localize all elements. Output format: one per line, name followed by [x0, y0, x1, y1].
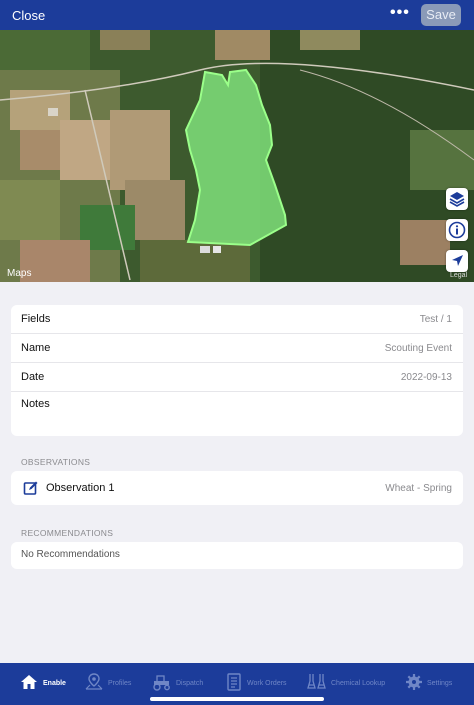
name-row[interactable]: Name Scouting Event: [11, 334, 463, 363]
tab-chemical-lookup-label: Chemical Lookup: [331, 680, 386, 687]
date-value: 2022-09-13: [400, 372, 452, 383]
tab-enable-label: Enable: [43, 680, 66, 687]
close-button[interactable]: Close: [12, 8, 45, 23]
tab-profiles[interactable]: Profiles: [85, 673, 145, 693]
map-location-button[interactable]: [446, 250, 468, 272]
top-nav-bar: Close ••• Save: [0, 0, 474, 30]
map-layers-button[interactable]: [446, 188, 468, 210]
tab-work-orders-label: Work Orders: [247, 680, 287, 687]
name-value: Scouting Event: [384, 343, 452, 354]
observation-row[interactable]: Observation 1 Wheat - Spring: [11, 471, 463, 505]
recommendations-card: No Recommendations: [11, 542, 463, 569]
tractor-icon: [153, 675, 170, 691]
name-label: Name: [21, 342, 51, 354]
date-label: Date: [21, 371, 45, 383]
event-details-card: Fields Test / 1 Name Scouting Event Date…: [11, 305, 463, 436]
notes-row[interactable]: Notes: [11, 392, 463, 436]
observations-card: Observation 1 Wheat - Spring: [11, 471, 463, 505]
save-button[interactable]: Save: [421, 4, 461, 26]
fields-label: Fields: [21, 313, 51, 325]
info-icon: [448, 221, 466, 239]
home-indicator[interactable]: [150, 697, 324, 701]
document-icon: [227, 673, 241, 691]
tab-settings-label: Settings: [427, 680, 453, 687]
tab-enable[interactable]: Enable: [20, 673, 80, 693]
observation-title: Observation 1: [46, 482, 115, 494]
home-icon: [21, 675, 37, 689]
location-arrow-icon: [452, 255, 463, 266]
edit-icon: [23, 481, 38, 495]
tab-chemical-lookup[interactable]: Chemical Lookup: [307, 673, 389, 693]
notes-label: Notes: [21, 398, 50, 410]
map-legal-link[interactable]: Legal: [450, 272, 467, 279]
fields-value: Test / 1: [419, 314, 452, 325]
recommendations-header: RECOMMENDATIONS: [21, 528, 114, 538]
apple-maps-attribution: Maps: [7, 268, 32, 279]
more-options-button[interactable]: •••: [390, 4, 410, 22]
satellite-map[interactable]: [0, 30, 474, 282]
fields-row[interactable]: Fields Test / 1: [11, 305, 463, 334]
layers-icon: [449, 192, 465, 207]
tab-dispatch-label: Dispatch: [176, 680, 204, 687]
no-recommendations-text: No Recommendations: [21, 549, 120, 560]
tab-dispatch[interactable]: Dispatch: [152, 673, 212, 693]
observations-header: OBSERVATIONS: [21, 457, 91, 467]
observation-crop: Wheat - Spring: [385, 483, 452, 494]
flask-icon: [307, 674, 326, 689]
date-row[interactable]: Date 2022-09-13: [11, 363, 463, 392]
tab-settings[interactable]: Settings: [405, 673, 460, 693]
map-pin-icon: [85, 673, 103, 690]
map-info-button[interactable]: [446, 219, 468, 241]
tab-work-orders[interactable]: Work Orders: [226, 673, 296, 693]
tab-profiles-label: Profiles: [108, 680, 132, 687]
gear-icon: [406, 674, 422, 690]
